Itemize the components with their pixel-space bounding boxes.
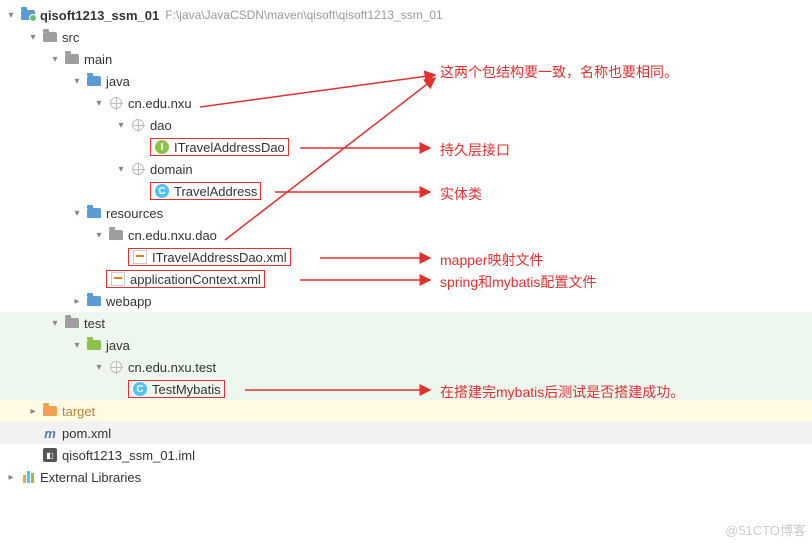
folder-icon [64,315,80,331]
tree-row-target[interactable]: target [0,400,812,422]
watermark: @51CTO博客 [725,520,806,539]
tree-row-pkg-test[interactable]: cn.edu.nxu.test [0,356,812,378]
module-folder-icon [20,7,36,23]
highlighted-item: C TravelAddress [150,182,261,200]
folder-icon [42,29,58,45]
label: qisoft1213_ssm_01.iml [62,448,195,463]
tree-row-webapp[interactable]: webapp [0,290,812,312]
tree-row-pom[interactable]: m pom.xml [0,422,812,444]
tree-row-resources[interactable]: resources [0,202,812,224]
label: test [84,316,105,331]
tree-row-test[interactable]: test [0,312,812,334]
highlighted-item: C TestMybatis [128,380,225,398]
label: domain [150,162,193,177]
tree-row-appctx[interactable]: applicationContext.xml [0,268,812,290]
label: pom.xml [62,426,111,441]
iml-file-icon: ◧ [42,447,58,463]
tree-row-java-test[interactable]: java [0,334,812,356]
label: TestMybatis [152,382,221,397]
excluded-folder-icon [42,403,58,419]
tree-row-res-pkg[interactable]: cn.edu.nxu.dao [0,224,812,246]
highlighted-item: I ITravelAddressDao [150,138,289,156]
tree-row-java-main[interactable]: java [0,70,812,92]
xml-file-icon [110,271,126,287]
tree-row-mapper-xml[interactable]: ITravelAddressDao.xml [0,246,812,268]
package-icon [130,161,146,177]
label: TravelAddress [174,184,257,199]
label: applicationContext.xml [130,272,261,287]
toggle-icon[interactable] [26,404,40,418]
project-tree[interactable]: qisoft1213_ssm_01 F:\java\JavaCSDN\maven… [0,0,812,488]
toggle-icon[interactable] [92,96,106,110]
toggle-icon[interactable] [4,8,18,22]
label: main [84,52,112,67]
label: java [106,338,130,353]
source-folder-icon [86,73,102,89]
label: resources [106,206,163,221]
folder-icon [108,227,124,243]
root-path: F:\java\JavaCSDN\maven\qisoft\qisoft1213… [165,8,442,22]
toggle-icon[interactable] [114,118,128,132]
package-icon [108,95,124,111]
toggle-icon[interactable] [92,228,106,242]
web-folder-icon [86,293,102,309]
label: java [106,74,130,89]
toggle-icon[interactable] [4,470,18,484]
label: External Libraries [40,470,141,485]
toggle-icon[interactable] [26,30,40,44]
label: dao [150,118,172,133]
label: target [62,404,95,419]
package-icon [130,117,146,133]
tree-row-test-class[interactable]: C TestMybatis [0,378,812,400]
tree-row-ext-libs[interactable]: External Libraries [0,466,812,488]
toggle-icon[interactable] [70,206,84,220]
highlighted-item: applicationContext.xml [106,270,265,288]
tree-row-src[interactable]: src [0,26,812,48]
label: ITravelAddressDao [174,140,285,155]
toggle-icon[interactable] [70,294,84,308]
folder-icon [64,51,80,67]
highlighted-item: ITravelAddressDao.xml [128,248,291,266]
maven-icon: m [42,425,58,441]
tree-row-dao[interactable]: dao [0,114,812,136]
resources-folder-icon [86,205,102,221]
libraries-icon [20,469,36,485]
test-source-folder-icon [86,337,102,353]
toggle-icon[interactable] [114,162,128,176]
package-icon [108,359,124,375]
interface-icon: I [154,139,170,155]
xml-file-icon [132,249,148,265]
class-icon: C [154,183,170,199]
toggle-icon[interactable] [70,74,84,88]
tree-row-domain-class[interactable]: C TravelAddress [0,180,812,202]
toggle-icon[interactable] [48,52,62,66]
label: cn.edu.nxu.test [128,360,216,375]
label: src [62,30,79,45]
class-icon: C [132,381,148,397]
tree-row-pkg-main[interactable]: cn.edu.nxu [0,92,812,114]
label: webapp [106,294,152,309]
label: cn.edu.nxu.dao [128,228,217,243]
root-name: qisoft1213_ssm_01 [40,8,159,23]
tree-row-domain[interactable]: domain [0,158,812,180]
tree-row-root[interactable]: qisoft1213_ssm_01 F:\java\JavaCSDN\maven… [0,4,812,26]
toggle-icon[interactable] [48,316,62,330]
toggle-icon[interactable] [70,338,84,352]
tree-row-dao-interface[interactable]: I ITravelAddressDao [0,136,812,158]
label: cn.edu.nxu [128,96,192,111]
label: ITravelAddressDao.xml [152,250,287,265]
tree-row-main[interactable]: main [0,48,812,70]
toggle-icon[interactable] [92,360,106,374]
tree-row-iml[interactable]: ◧ qisoft1213_ssm_01.iml [0,444,812,466]
